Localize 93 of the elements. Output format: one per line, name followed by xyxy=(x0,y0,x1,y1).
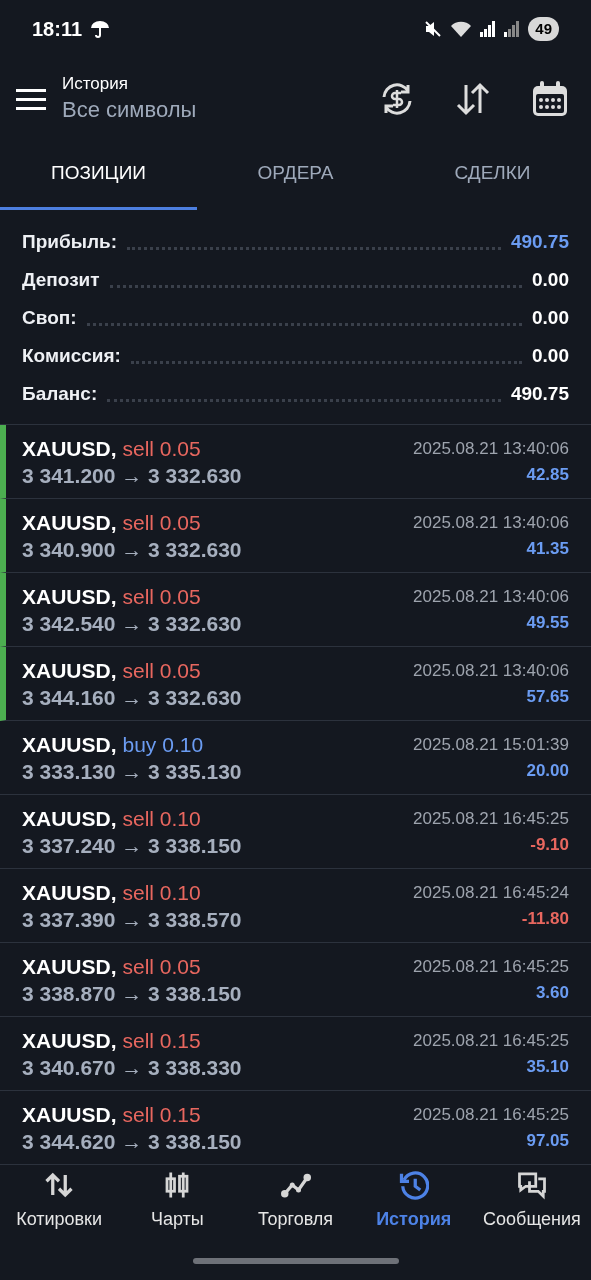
close-time: 2025.08.21 13:40:06 xyxy=(413,659,569,682)
up-down-arrows-icon xyxy=(44,1170,75,1200)
wifi-icon xyxy=(450,20,473,38)
price-range: 3 342.540 → 3 332.630 xyxy=(22,610,242,637)
close-time: 2025.08.21 13:40:06 xyxy=(413,585,569,608)
summary-label: Баланс: xyxy=(22,381,98,406)
symbol: XAUUSD, xyxy=(22,435,117,462)
profit-value: 57.65 xyxy=(526,685,569,708)
mute-icon xyxy=(424,20,443,38)
umbrella-icon xyxy=(90,20,111,38)
summary-value: 490.75 xyxy=(510,381,569,406)
signal-icon xyxy=(504,21,521,37)
summary-value: 490.75 xyxy=(510,229,569,254)
price-range: 3 337.240 → 3 338.150 xyxy=(22,832,242,859)
profit-value: 97.05 xyxy=(526,1129,569,1152)
symbol: XAUUSD, xyxy=(22,879,117,906)
symbol: XAUUSD, xyxy=(22,657,117,684)
order-type: sell 0.05 xyxy=(122,509,201,536)
profit-value: -9.10 xyxy=(530,833,569,856)
nav-tab[interactable]: Сообщения xyxy=(472,1166,591,1246)
profit-value: 42.85 xyxy=(526,463,569,486)
close-time: 2025.08.21 13:40:06 xyxy=(413,437,569,460)
menu-icon[interactable] xyxy=(16,88,46,110)
sort-icon[interactable] xyxy=(455,81,491,117)
profit-value: 35.10 xyxy=(526,1055,569,1078)
summary-label: Прибыль: xyxy=(22,229,117,254)
nav-tab[interactable]: Чарты xyxy=(118,1166,237,1246)
order-type: sell 0.05 xyxy=(122,583,201,610)
price-range: 3 341.200 → 3 332.630 xyxy=(22,462,242,489)
price-range: 3 337.390 → 3 338.570 xyxy=(22,906,242,933)
price-range: 3 344.620 → 3 338.150 xyxy=(22,1128,242,1155)
symbol: XAUUSD, xyxy=(22,731,117,758)
chat-bubbles-icon xyxy=(516,1170,547,1200)
summary-label: Депозит xyxy=(22,267,100,292)
order-type: buy 0.10 xyxy=(122,731,204,758)
symbol: XAUUSD, xyxy=(22,953,117,980)
close-time: 2025.08.21 16:45:24 xyxy=(413,881,569,904)
tab[interactable]: СДЕЛКИ xyxy=(394,140,591,210)
calendar-icon[interactable] xyxy=(531,80,569,118)
order-type: sell 0.15 xyxy=(122,1101,201,1128)
position-row[interactable]: XAUUSD, sell 0.05 3 338.870 → 3 338.150 2025.08.21 16:45:25 3.60 xyxy=(0,943,591,1017)
order-type: sell 0.10 xyxy=(122,879,201,906)
history-icon xyxy=(398,1170,429,1200)
symbol-filter[interactable]: Все символы xyxy=(62,95,379,125)
signal-icon xyxy=(480,21,497,37)
tab[interactable]: ОРДЕРА xyxy=(197,140,394,210)
nav-tab[interactable]: Торговля xyxy=(236,1166,355,1246)
position-row[interactable]: XAUUSD, sell 0.15 3 344.620 → 3 338.150 2025.08.21 16:45:25 97.05 xyxy=(0,1091,591,1165)
close-time: 2025.08.21 16:45:25 xyxy=(413,955,569,978)
close-time: 2025.08.21 15:01:39 xyxy=(413,733,569,756)
price-range: 3 333.130 → 3 335.130 xyxy=(22,758,242,785)
profit-value: 3.60 xyxy=(535,981,569,1004)
symbol: XAUUSD, xyxy=(22,509,117,536)
profit-value: 49.55 xyxy=(526,611,569,634)
price-range: 3 340.900 → 3 332.630 xyxy=(22,536,242,563)
status-time: 18:11 xyxy=(32,17,83,42)
position-row[interactable]: XAUUSD, sell 0.10 3 337.390 → 3 338.570 2025.08.21 16:45:24 -11.80 xyxy=(0,869,591,943)
summary-label: Своп: xyxy=(22,305,77,330)
summary-value: 0.00 xyxy=(532,343,569,368)
order-type: sell 0.05 xyxy=(122,953,201,980)
summary-value: 0.00 xyxy=(532,305,569,330)
profit-value: 41.35 xyxy=(526,537,569,560)
summary-label: Комиссия: xyxy=(22,343,121,368)
position-row[interactable]: XAUUSD, sell 0.05 3 344.160 → 3 332.630 2025.08.21 13:40:06 57.65 xyxy=(0,647,591,721)
battery-level: 49 xyxy=(528,16,559,42)
position-row[interactable]: XAUUSD, sell 0.05 3 342.540 → 3 332.630 2025.08.21 13:40:06 49.55 xyxy=(0,573,591,647)
close-time: 2025.08.21 16:45:25 xyxy=(413,1029,569,1052)
screen-title: История xyxy=(62,73,129,95)
close-time: 2025.08.21 16:45:25 xyxy=(413,807,569,830)
position-row[interactable]: XAUUSD, sell 0.10 3 337.240 → 3 338.150 2025.08.21 16:45:25 -9.10 xyxy=(0,795,591,869)
order-type: sell 0.10 xyxy=(122,805,201,832)
symbol: XAUUSD, xyxy=(22,805,117,832)
summary-value: 0.00 xyxy=(532,267,569,292)
order-type: sell 0.05 xyxy=(122,435,201,462)
position-row[interactable]: XAUUSD, sell 0.15 3 340.670 → 3 338.330 2025.08.21 16:45:25 35.10 xyxy=(0,1017,591,1091)
order-type: sell 0.05 xyxy=(122,657,201,684)
price-range: 3 338.870 → 3 338.150 xyxy=(22,980,242,1007)
position-row[interactable]: XAUUSD, buy 0.10 3 333.130 → 3 335.130 2025.08.21 15:01:39 20.00 xyxy=(0,721,591,795)
price-range: 3 340.670 → 3 338.330 xyxy=(22,1054,242,1081)
nav-tab[interactable]: История xyxy=(354,1166,473,1246)
nav-tab[interactable]: Котировки xyxy=(0,1166,119,1246)
symbol: XAUUSD, xyxy=(22,1027,117,1054)
order-type: sell 0.15 xyxy=(122,1027,201,1054)
symbol: XAUUSD, xyxy=(22,583,117,610)
position-row[interactable]: XAUUSD, sell 0.05 3 340.900 → 3 332.630 2025.08.21 13:40:06 41.35 xyxy=(0,499,591,573)
profit-value: -11.80 xyxy=(521,907,569,930)
position-row[interactable]: XAUUSD, sell 0.05 3 341.200 → 3 332.630 2025.08.21 13:40:06 42.85 xyxy=(0,425,591,499)
symbol: XAUUSD, xyxy=(22,1101,117,1128)
close-time: 2025.08.21 13:40:06 xyxy=(413,511,569,534)
close-time: 2025.08.21 16:45:25 xyxy=(413,1103,569,1126)
tab[interactable]: ПОЗИЦИИ xyxy=(0,140,197,210)
price-range: 3 344.160 → 3 332.630 xyxy=(22,684,242,711)
profit-value: 20.00 xyxy=(526,759,569,782)
